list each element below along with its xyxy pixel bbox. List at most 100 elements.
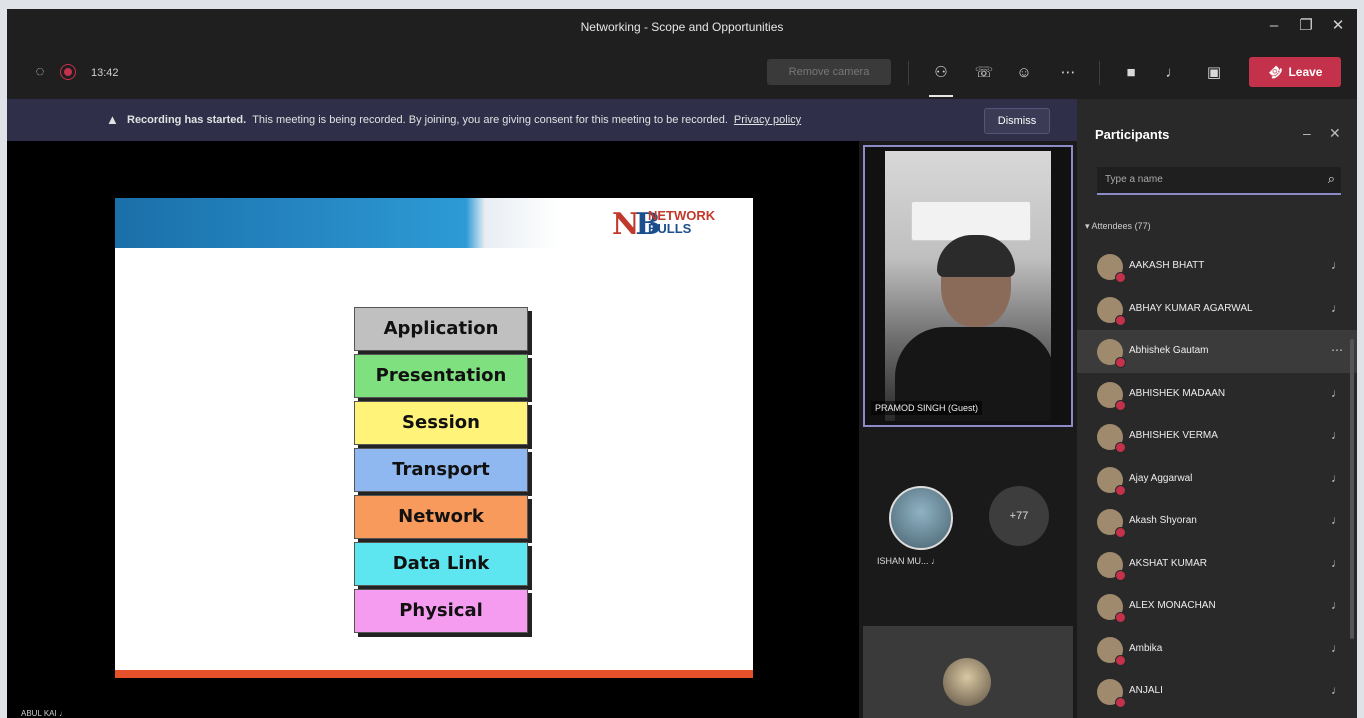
participant-row[interactable]: Ajay Aggarwal ♩ (1077, 458, 1357, 501)
title-bar: Networking - Scope and Opportunities – ❐… (7, 9, 1357, 45)
participant-name: Akash Shyoran (1129, 515, 1197, 526)
reactions-icon[interactable]: ☺ (1013, 62, 1035, 84)
panel-scrollbar[interactable] (1350, 339, 1354, 639)
participants-panel: Participants – ✕ Type a name ⌕ ▾ Attende… (1077, 99, 1357, 718)
logo-text: NETWORK BULLS (648, 209, 715, 235)
participant-row[interactable]: Akash Shyoran ♩ (1077, 500, 1357, 543)
teams-window: Networking - Scope and Opportunities – ❐… (7, 9, 1357, 718)
participant-row[interactable]: AKSHAT KUMAR ♩ (1077, 543, 1357, 586)
mic-icon[interactable]: ♩ (1162, 62, 1184, 84)
shield-icon[interactable]: ◌ (29, 61, 51, 83)
recording-banner: ▲ Recording has started. This meeting is … (7, 99, 1077, 141)
participant-row[interactable]: ANJALI ♩ (1077, 670, 1357, 713)
close-panel-icon[interactable]: ✕ (1329, 125, 1341, 142)
participant-row[interactable]: Ambika ♩ (1077, 628, 1357, 671)
video-participant-name: PRAMOD SINGH (Guest) (871, 401, 983, 415)
participant-avatar (1097, 551, 1126, 581)
mic-muted-icon[interactable]: ♩ (1331, 598, 1343, 612)
mic-icon: ♩ (58, 709, 67, 718)
remove-camera-button[interactable]: Remove camera (767, 59, 891, 85)
collapse-icon[interactable]: – (1303, 125, 1311, 141)
video-column: PRAMOD SINGH (Guest) ISHAN MU... ♩ +77 (859, 141, 1077, 718)
phone-icon: ☎ (1264, 61, 1286, 83)
participant-name: ABHAY KUMAR AGARWAL (1129, 302, 1253, 314)
chat-icon[interactable]: ☏ (973, 62, 995, 84)
dismiss-button[interactable]: Dismiss (984, 108, 1050, 134)
divider (1099, 61, 1100, 85)
participant-avatar (1097, 679, 1126, 708)
mic-muted-icon[interactable]: ♩ (1331, 301, 1343, 315)
recording-indicator-icon (61, 65, 75, 79)
more-options-icon[interactable]: ⋯ (1057, 62, 1079, 84)
banner-bold: Recording has started. (127, 114, 247, 126)
participant-avatar (1097, 339, 1126, 368)
participant-avatar (1097, 594, 1126, 623)
mic-muted-icon[interactable]: ♩ (1331, 513, 1343, 527)
participant-row[interactable]: ABHISHEK VERMA ♩ (1077, 415, 1357, 458)
participant-name: ALEX MONACHAN (1129, 600, 1216, 611)
meeting-timer: 13:42 (91, 67, 119, 79)
divider (908, 61, 909, 85)
panel-title: Participants (1095, 127, 1170, 142)
more-options-icon[interactable]: ⋯ (1331, 343, 1343, 357)
camera-icon[interactable]: ■ (1120, 62, 1142, 84)
participant-row[interactable]: ABHAY KUMAR AGARWAL ♩ (1077, 288, 1357, 331)
self-name-text: ABUL KAI (21, 709, 57, 718)
meeting-toolbar: ◌ 13:42 Remove camera ⚇ ☏ ☺ ⋯ ■ ♩ ▣ ☎ Lea… (7, 45, 1357, 100)
minimize-icon[interactable]: – (1265, 17, 1283, 35)
attendees-section-label: Attendees (77) (1091, 221, 1151, 231)
participant-avatar (1097, 466, 1126, 496)
share-icon[interactable]: ▣ (1203, 62, 1225, 84)
mic-icon: ♩ (931, 556, 941, 566)
osi-model-stack: Application Presentation Session Transport N… (354, 307, 528, 636)
window-title: Networking - Scope and Opportunities (580, 20, 784, 34)
privacy-policy-link[interactable]: Privacy policy (734, 114, 801, 126)
attendees-section-header[interactable]: ▾ Attendees (77) (1085, 221, 1151, 232)
participant-name: ABHISHEK VERMA (1129, 430, 1218, 441)
close-icon[interactable]: ✕ (1329, 17, 1347, 35)
participant-row[interactable]: ABHISHEK MADAAN ♩ (1077, 373, 1357, 416)
self-name-label: ABUL KAI ♩ (21, 709, 67, 718)
participant-avatar (1097, 296, 1126, 326)
video-feed (885, 151, 1051, 421)
maximize-icon[interactable]: ❐ (1297, 17, 1315, 35)
more-participants-button[interactable]: +77 (989, 486, 1049, 546)
osi-layer: Network (354, 495, 528, 539)
osi-layer: Presentation (354, 354, 528, 398)
mic-muted-icon[interactable]: ♩ (1331, 683, 1343, 697)
participant-name: Abhishek Gautam (1129, 345, 1209, 356)
search-icon[interactable]: ⌕ (1328, 171, 1335, 187)
slide-footer-band (115, 670, 753, 678)
leave-button[interactable]: ☎ Leave (1249, 57, 1341, 87)
participant-name: AAKASH BHATT (1129, 260, 1205, 271)
osi-layer: Transport (354, 448, 528, 492)
participant-row[interactable]: AAKASH BHATT ♩ (1077, 245, 1357, 288)
mic-muted-icon[interactable]: ♩ (1331, 258, 1343, 272)
banner-text: This meeting is being recorded. By joini… (252, 114, 728, 126)
participant-avatar (1097, 424, 1126, 453)
mic-muted-icon[interactable]: ♩ (1331, 471, 1343, 485)
participant-avatar[interactable] (889, 486, 953, 550)
participants-icon[interactable]: ⚇ (930, 62, 952, 84)
osi-layer: Session (354, 401, 528, 445)
slide-band-cut (575, 198, 601, 248)
participant-row[interactable]: ALEX MONACHAN ♩ (1077, 585, 1357, 628)
main-video-tile[interactable]: PRAMOD SINGH (Guest) (863, 145, 1073, 427)
participant-name: Ajay Aggarwal (1129, 472, 1193, 484)
person-hat (937, 235, 1015, 277)
mic-muted-icon[interactable]: ♩ (1331, 428, 1343, 442)
mic-muted-icon[interactable]: ♩ (1331, 641, 1343, 655)
participant-name: ANJALI (1129, 685, 1163, 696)
participant-name: Ambika (1129, 642, 1163, 654)
mini-participant-name: ISHAN MU... ♩ (877, 556, 940, 566)
participant-search-input[interactable]: Type a name ⌕ (1097, 167, 1341, 195)
participant-avatar (1097, 381, 1126, 411)
self-video-tile (863, 626, 1073, 718)
search-placeholder: Type a name (1105, 174, 1163, 185)
participant-row[interactable]: Abhishek Gautam ⋯ (1077, 330, 1357, 373)
mic-muted-icon[interactable]: ♩ (1331, 556, 1343, 570)
mic-muted-icon[interactable]: ♩ (1331, 386, 1343, 400)
osi-layer: Physical (354, 589, 528, 633)
self-avatar (943, 658, 991, 706)
participant-avatar (1097, 509, 1126, 538)
